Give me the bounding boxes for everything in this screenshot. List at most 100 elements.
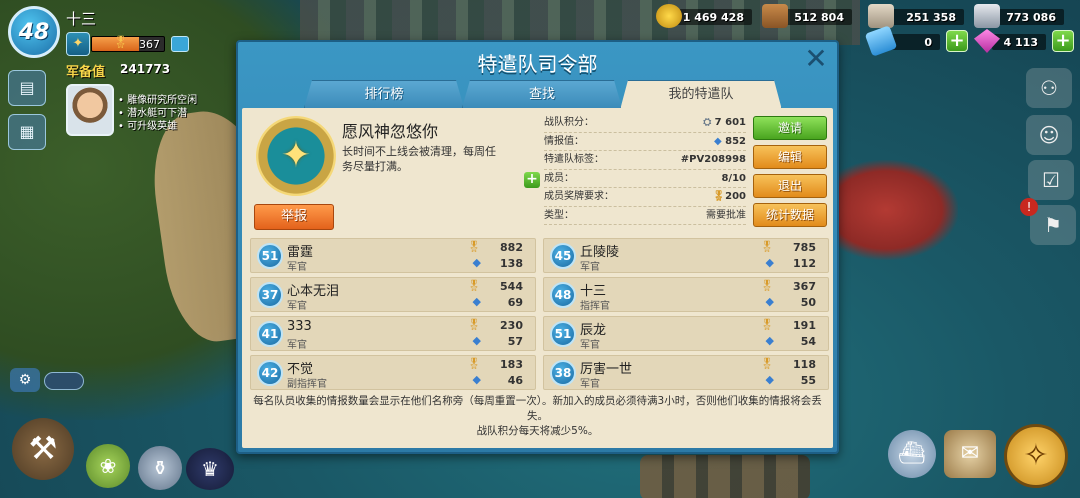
member-intel: 69: [507, 296, 523, 309]
edit-button[interactable]: 编辑: [753, 145, 827, 169]
team-stats: 战队积分： ⛭ 7 601 情报值： ◆ 852 特遣队标签： #PV208998 成…: [544, 114, 746, 225]
report-button[interactable]: 举报: [254, 204, 334, 230]
member-medals: 183: [500, 358, 523, 371]
member-intel: 57: [507, 335, 523, 348]
add-member-button[interactable]: +: [524, 172, 540, 188]
sculptor-icon[interactable]: ⚱: [138, 446, 182, 490]
friends-icon[interactable]: ⚇: [1026, 68, 1072, 108]
medal-icon: 🎖: [467, 279, 481, 292]
player-level-badge[interactable]: 48: [8, 6, 60, 58]
medal-icon: 🎖: [113, 35, 129, 49]
points-icon: ⛭: [703, 117, 715, 128]
stone-amount: 251 358: [886, 9, 964, 25]
member-rank: 军官: [580, 262, 600, 273]
wood-amount: 512 804: [780, 9, 852, 25]
leave-button[interactable]: 退出: [753, 174, 827, 198]
captain-hat-icon[interactable]: ♛: [186, 448, 234, 490]
member-card[interactable]: 38 厉害一世 军官 🎖 118 ◆ 55: [543, 355, 829, 390]
member-level: 42: [257, 360, 283, 386]
jungle-icon[interactable]: ❀: [86, 444, 130, 488]
calendar-button[interactable]: ▦: [8, 114, 46, 150]
member-card[interactable]: 51 雷霆 军官 🎖 882 ◆ 138: [250, 238, 536, 273]
diamond-amount: 4 113: [992, 34, 1046, 50]
toggle-switch[interactable]: [44, 372, 84, 390]
leaderboard-button[interactable]: ▤: [8, 70, 46, 106]
member-level: 38: [550, 360, 576, 386]
member-card[interactable]: 41 333 军官 🎖 230 ◆ 57: [250, 316, 536, 351]
team-name: 愿风神忽悠你: [342, 122, 439, 141]
checklist-icon[interactable]: ☑: [1028, 160, 1074, 200]
member-card[interactable]: 37 心本无泪 军官 🎖 544 ◆ 69: [250, 277, 536, 312]
tab-search[interactable]: 查找: [462, 80, 622, 108]
member-intel: 46: [507, 374, 523, 387]
army-value: 241773: [120, 62, 171, 76]
member-rank: 军官: [580, 340, 600, 351]
wood-icon: [762, 4, 788, 28]
member-card[interactable]: 48 十三 指挥官 🎖 367 ◆ 50: [543, 277, 829, 312]
profile-icon[interactable]: ☺: [1026, 115, 1072, 155]
ticket-resource: 0: [864, 25, 940, 57]
ship-icon[interactable]: ⛴: [888, 430, 936, 478]
member-medals: 367: [793, 280, 816, 293]
buy-diamonds-button[interactable]: +: [1052, 30, 1074, 52]
member-intel: 54: [800, 335, 816, 348]
intel-icon: ◆: [472, 295, 481, 308]
member-medals: 785: [793, 241, 816, 254]
member-level: 51: [550, 321, 576, 347]
dialog-title: 特遣队司令部: [477, 52, 598, 76]
buy-tickets-button[interactable]: +: [946, 30, 968, 52]
iron-icon: [974, 4, 1000, 28]
stone-resource: 251 358: [868, 4, 964, 28]
member-intel: 112: [793, 257, 816, 270]
member-medals: 544: [500, 280, 523, 293]
stone-icon: [868, 4, 894, 28]
notice-item: • 可升级英雄: [118, 121, 178, 132]
radar-icon[interactable]: ⚙: [10, 368, 40, 392]
notice-item: • 雕像研究所空闲: [118, 95, 198, 106]
medal-icon: 🎖: [467, 240, 481, 253]
intel-icon: ◆: [765, 295, 774, 308]
notice-item: • 潜水艇可下潜: [118, 108, 188, 119]
intel-icon: ◆: [765, 334, 774, 347]
member-card[interactable]: 42 不觉 副指挥官 🎖 183 ◆ 46: [250, 355, 536, 390]
medal-icon: 🎖: [712, 191, 726, 202]
player-name: 十三: [66, 10, 97, 28]
team-emblem-icon: ✦: [256, 116, 336, 196]
intel-icon: ◆: [472, 334, 481, 347]
member-rank: 副指挥官: [287, 379, 327, 390]
map-icon[interactable]: ✉: [944, 430, 996, 478]
medal-icon: 🎖: [467, 318, 481, 331]
member-level: 51: [257, 243, 283, 269]
notice-list: • 雕像研究所空闲 • 潜水艇可下潜 • 可升级英雄: [118, 94, 197, 133]
iron-amount: 773 086: [992, 9, 1064, 25]
gunboat[interactable]: [838, 160, 958, 260]
member-rank: 军官: [287, 340, 307, 351]
army-label: 军备值: [66, 65, 106, 80]
close-icon[interactable]: ✕: [803, 45, 829, 73]
diamond-resource: 4 113: [974, 29, 1046, 53]
member-card[interactable]: 45 丘陵陵 军官 🎖 785 ◆ 112: [543, 238, 829, 273]
footer-line: 每名队员收集的情报数量会显示在他们名称旁（每周重置一次）。新加入的成员必须待满3…: [253, 395, 822, 422]
invite-button[interactable]: 邀请: [753, 116, 827, 140]
member-rank: 军官: [287, 262, 307, 273]
team-description: 长时间不上线会被清理，每周任务尽量打满。: [342, 145, 496, 173]
member-level: 37: [257, 282, 283, 308]
compass-icon[interactable]: ✧: [1004, 424, 1068, 488]
tab-my-task-force[interactable]: 我的特遣队: [620, 80, 782, 110]
rank-emblem-icon[interactable]: ✦: [66, 32, 90, 56]
intel-icon: ◆: [472, 373, 481, 386]
member-medals: 882: [500, 241, 523, 254]
landing-craft[interactable]: [640, 455, 810, 498]
statistics-button[interactable]: 统计数据: [753, 203, 827, 227]
member-card[interactable]: 51 辰龙 军官 🎖 191 ◆ 54: [543, 316, 829, 351]
boost-icon[interactable]: [171, 36, 189, 52]
medal-icon: 🎖: [760, 357, 774, 370]
member-intel: 55: [800, 374, 816, 387]
medal-icon: 🎖: [760, 279, 774, 292]
member-level: 41: [257, 321, 283, 347]
member-rank: 军官: [580, 379, 600, 390]
advisor-portrait[interactable]: [66, 84, 114, 136]
stat-row: 成员奖牌要求： 🎖200: [544, 188, 746, 207]
hammer-icon[interactable]: ⚒: [12, 418, 74, 480]
tab-leaderboard[interactable]: 排行榜: [304, 80, 464, 108]
